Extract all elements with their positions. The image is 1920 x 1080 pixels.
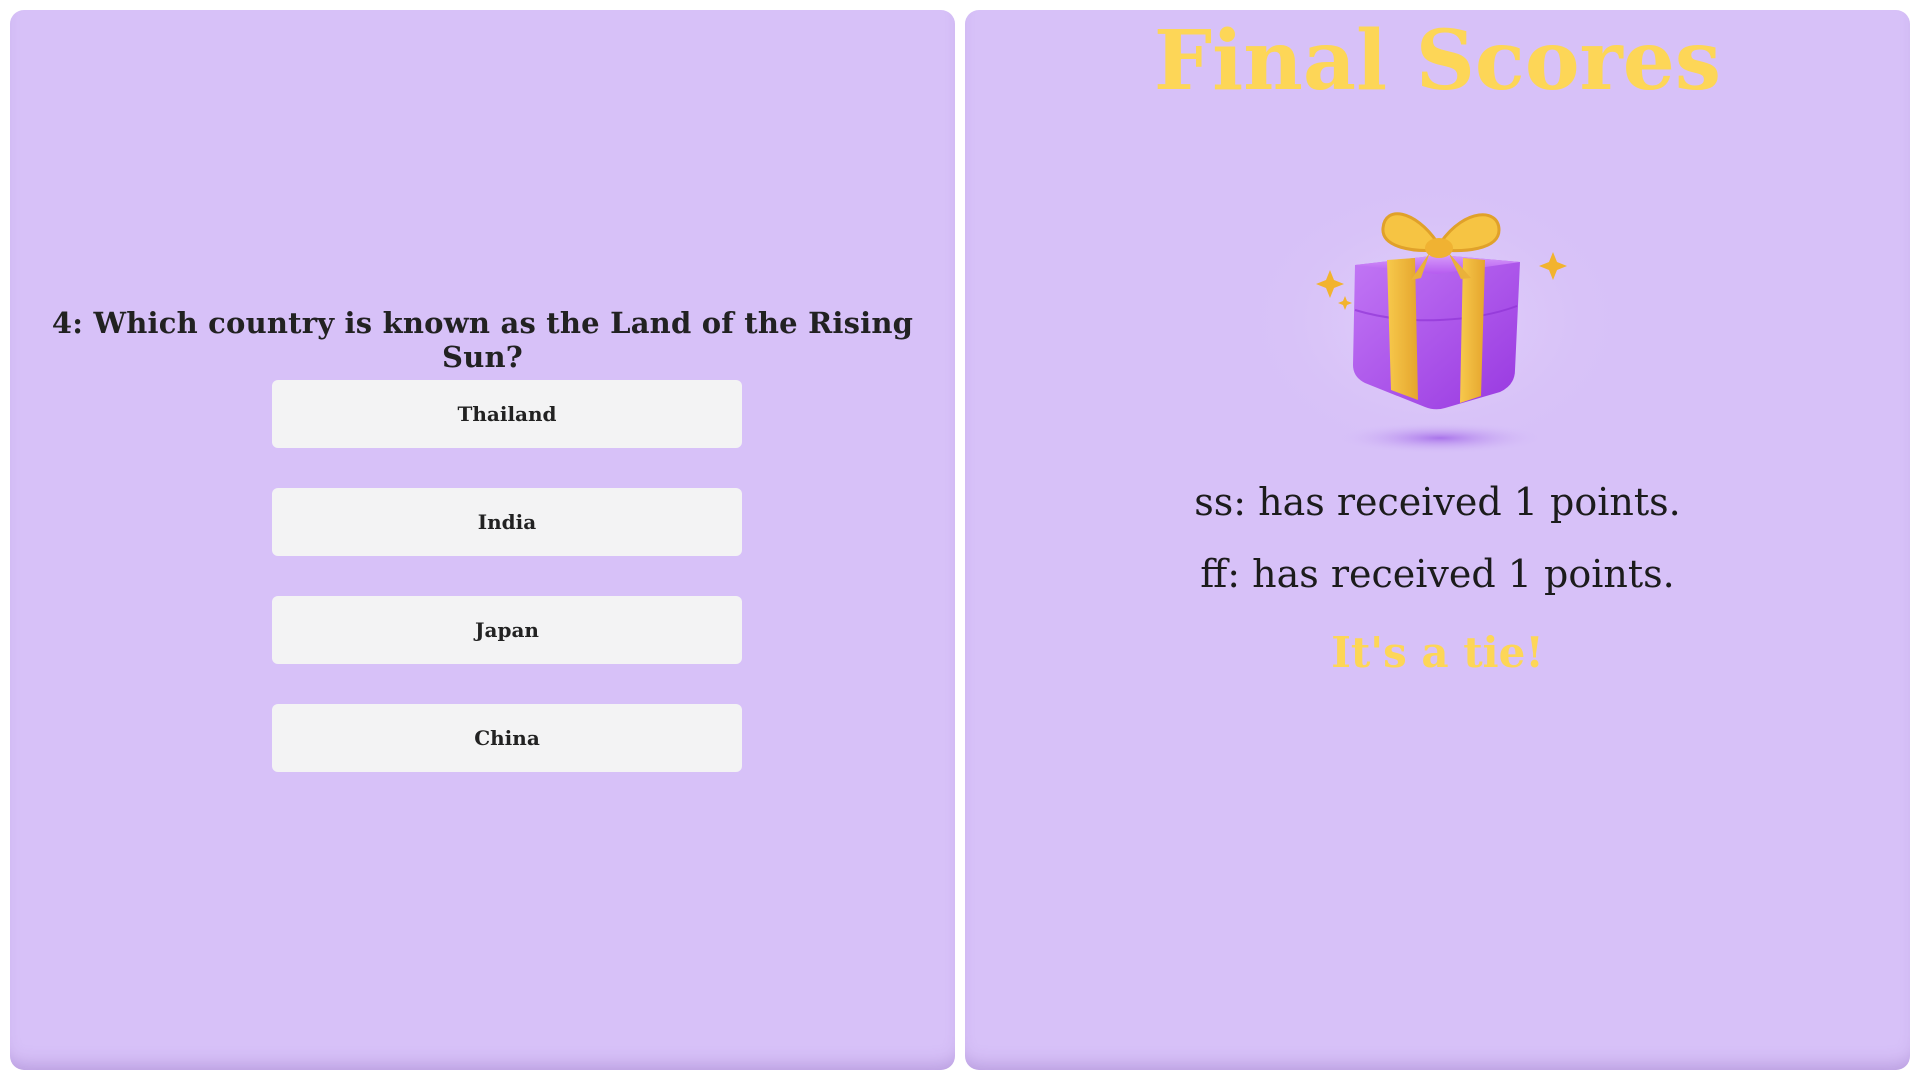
answer-button-japan[interactable]: Japan (272, 596, 742, 664)
gift-box-icon (1215, 170, 1655, 470)
tie-message: It's a tie! (1331, 628, 1544, 677)
question-panel: 4: Which country is known as the Land of… (10, 10, 955, 1070)
final-scores-title: Final Scores (1153, 13, 1722, 109)
scores-panel: Final Scores ss: has received 1 points. … (965, 10, 1910, 1070)
answer-button-india[interactable]: India (272, 488, 742, 556)
question-text: 4: Which country is known as the Land of… (51, 306, 914, 374)
answer-button-thailand[interactable]: Thailand (272, 380, 742, 448)
score-line-ff: ff: has received 1 points. (1200, 552, 1675, 596)
answer-list: Thailand India Japan China (272, 380, 742, 812)
answer-button-china[interactable]: China (272, 704, 742, 772)
score-line-ss: ss: has received 1 points. (1194, 480, 1681, 524)
